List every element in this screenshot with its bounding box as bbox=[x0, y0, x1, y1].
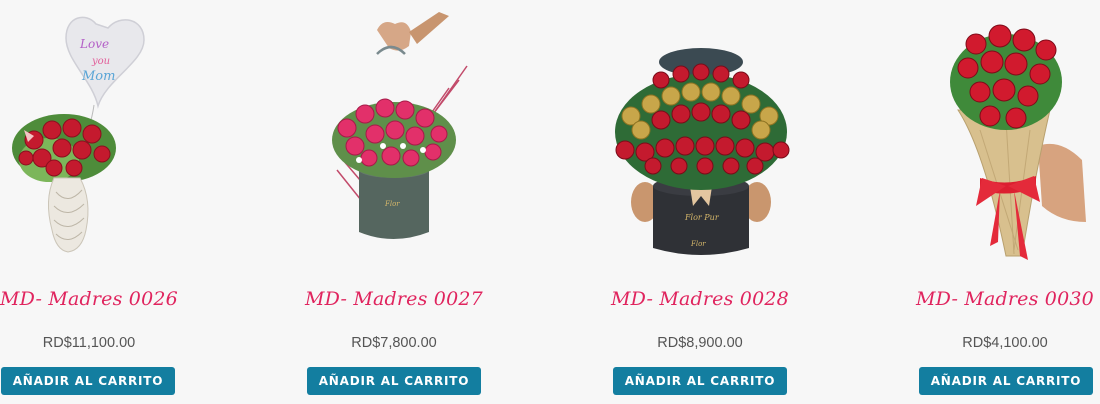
svg-text:Love: Love bbox=[79, 37, 109, 51]
product-card: MD- Madres 0030 RD$4,100.00 AÑADIR AL CA… bbox=[910, 0, 1100, 404]
svg-text:Flor: Flor bbox=[690, 240, 706, 248]
add-to-cart-button[interactable]: AÑADIR AL CARRITO bbox=[613, 367, 787, 395]
svg-text:Flor: Flor bbox=[384, 200, 400, 208]
add-to-cart-button[interactable]: AÑADIR AL CARRITO bbox=[307, 367, 481, 395]
svg-text:Flor Pur: Flor Pur bbox=[684, 213, 720, 222]
product-image-vase-bouquet-balloon[interactable]: Love you Mom bbox=[0, 10, 184, 265]
product-image-hatbox-pink-roses[interactable]: Flor bbox=[299, 10, 489, 265]
product-image-red-roses-bouquet[interactable] bbox=[910, 10, 1100, 265]
svg-text:you: you bbox=[91, 56, 110, 67]
svg-text:Mom: Mom bbox=[81, 69, 115, 84]
product-card: Flor MD- Madres 0027 RD$7,800.00 AÑADIR … bbox=[299, 0, 489, 404]
product-title[interactable]: MD- Madres 0030 bbox=[910, 288, 1100, 310]
product-card: Love you Mom MD- Madres 0026 RD$11,100.0… bbox=[0, 0, 184, 404]
product-card: Flor Pur Flor MD- Madres 0028 RD$8,900.0… bbox=[605, 0, 795, 404]
product-title[interactable]: MD- Madres 0028 bbox=[605, 288, 795, 310]
product-title[interactable]: MD- Madres 0027 bbox=[299, 288, 489, 310]
product-price: RD$11,100.00 bbox=[42, 335, 136, 351]
product-price: RD$4,100.00 bbox=[962, 335, 1048, 351]
add-to-cart-button[interactable]: AÑADIR AL CARRITO bbox=[1, 367, 175, 395]
product-price: RD$7,800.00 bbox=[351, 335, 437, 351]
product-title[interactable]: MD- Madres 0026 bbox=[0, 288, 184, 310]
product-image-hatbox-red-gold-roses[interactable]: Flor Pur Flor bbox=[605, 10, 795, 265]
product-price: RD$8,900.00 bbox=[657, 335, 743, 351]
product-grid: Love you Mom MD- Madres 0026 RD$11,100.0… bbox=[0, 0, 1100, 404]
add-to-cart-button[interactable]: AÑADIR AL CARRITO bbox=[919, 367, 1093, 395]
